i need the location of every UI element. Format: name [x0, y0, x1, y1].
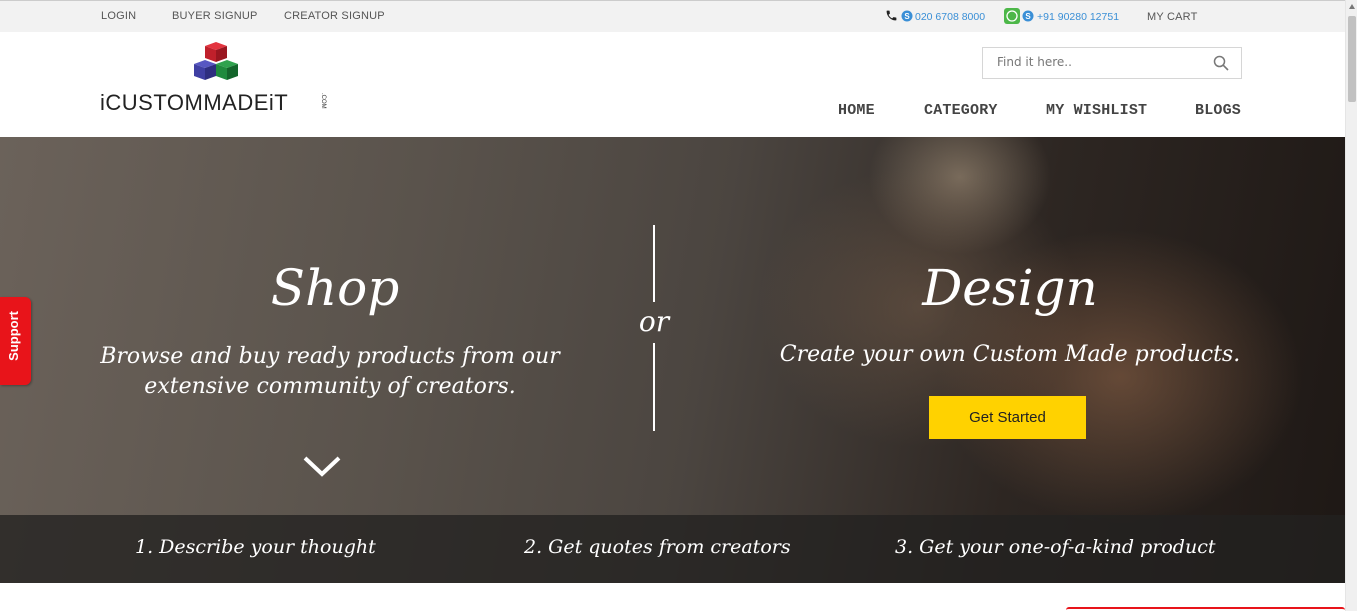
step-1: 1. Describe your thought [135, 536, 376, 558]
phone-icon [886, 10, 897, 21]
nav-category[interactable]: CATEGORY [924, 102, 998, 119]
chevron-down-icon[interactable] [302, 455, 342, 477]
nav-blogs[interactable]: BLOGS [1195, 102, 1241, 119]
skype-icon: S [1022, 10, 1034, 22]
skype-icon: S [901, 10, 913, 22]
step-2: 2. Get quotes from creators [524, 536, 791, 558]
nav-my-wishlist[interactable]: MY WISHLIST [1046, 102, 1147, 119]
phone-number-2[interactable]: +91 90280 12751 [1037, 11, 1119, 23]
whatsapp-icon [1004, 8, 1020, 24]
divider-line-bottom [653, 343, 655, 431]
nav-home[interactable]: HOME [838, 102, 875, 119]
svg-text:S: S [904, 12, 910, 21]
steps-bar: 1. Describe your thought 2. Get quotes f… [0, 515, 1345, 583]
logo-domain: .COM [320, 93, 326, 109]
design-subtitle: Create your own Custom Made products. [779, 342, 1241, 367]
scroll-up-arrow-icon[interactable] [1349, 4, 1355, 9]
get-started-button[interactable]: Get Started [929, 396, 1086, 439]
header: iCUSTOMMADEiT .COM HOME CATEGORY MY WISH… [0, 32, 1345, 137]
search-icon[interactable] [1213, 55, 1229, 71]
shop-subtitle: Browse and buy ready products from our e… [100, 344, 560, 399]
phone-number-1[interactable]: 020 6708 8000 [915, 11, 985, 23]
creator-signup-link[interactable]: CREATOR SIGNUP [284, 10, 385, 22]
or-separator: or [638, 305, 670, 338]
svg-text:S: S [1025, 12, 1031, 21]
design-heading: Design [922, 259, 1098, 317]
login-link[interactable]: LOGIN [101, 10, 136, 22]
logo-cubes-icon[interactable] [192, 42, 240, 88]
search-input[interactable] [997, 55, 1197, 69]
top-bar: LOGIN BUYER SIGNUP CREATOR SIGNUP S 020 … [0, 0, 1345, 32]
support-tab[interactable]: Support [0, 297, 31, 385]
scrollbar-thumb[interactable] [1348, 16, 1356, 102]
search-box [982, 47, 1242, 79]
shop-heading: Shop [270, 259, 400, 317]
support-label: Support [6, 311, 21, 361]
bottom-accent-strip [1066, 607, 1345, 611]
logo-wordmark[interactable]: iCUSTOMMADEiT [100, 90, 288, 116]
step-3: 3. Get your one-of-a-kind product [895, 536, 1216, 558]
page-scrollbar[interactable] [1345, 0, 1357, 611]
my-cart-link[interactable]: MY CART [1147, 11, 1198, 23]
buyer-signup-link[interactable]: BUYER SIGNUP [172, 10, 258, 22]
hero-banner: Shop Browse and buy ready products from … [0, 137, 1345, 583]
divider-line-top [653, 225, 655, 302]
